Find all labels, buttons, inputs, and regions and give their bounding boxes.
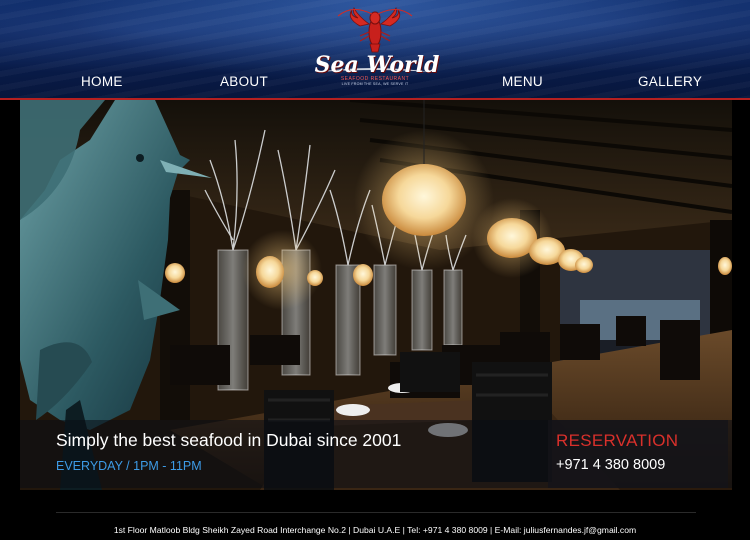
logo-wordmark: Sea World xyxy=(314,52,440,78)
reservation-link[interactable]: RESERVATION xyxy=(556,431,678,451)
opening-hours: EVERYDAY / 1PM - 11PM xyxy=(56,459,202,473)
logo-motto: LIVE FROM THE SEA, WE SERVE IT xyxy=(341,82,409,86)
hero-tagline: Simply the best seafood in Dubai since 2… xyxy=(56,430,402,450)
nav-home-link[interactable]: HOME xyxy=(81,74,123,89)
reservation-phone[interactable]: +971 4 380 8009 xyxy=(556,457,665,473)
nav-about-link[interactable]: ABOUT xyxy=(220,74,268,89)
nav-gallery-link[interactable]: GALLERY xyxy=(638,74,702,89)
footer-address: 1st Floor Matloob Bldg Sheikh Zayed Road… xyxy=(113,525,637,535)
footer-divider xyxy=(56,512,696,513)
site-header: HOME ABOUT MENU GALLERY Sea World SEAFOO… xyxy=(0,0,750,100)
nav-menu-link[interactable]: MENU xyxy=(502,74,543,89)
sea-world-logo[interactable]: Sea World SEAFOOD RESTAURANT LIVE FROM T… xyxy=(312,6,440,94)
